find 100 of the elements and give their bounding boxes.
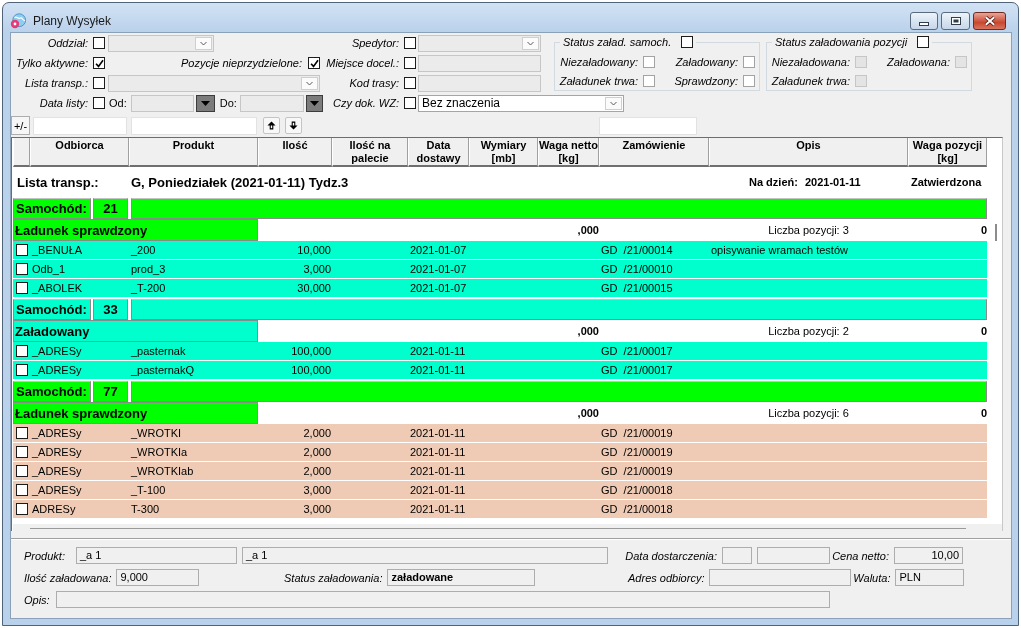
- table-cell: 3,000: [303, 263, 331, 275]
- table-row[interactable]: _ABOLEK _T-200 30,000 2021-01-07 GD /21/00015: [13, 279, 987, 298]
- status-label: Sprawdzony:: [674, 74, 738, 87]
- column-header[interactable]: Wymiary [mb]: [469, 138, 538, 167]
- filter-label: Lista transp.:: [25, 77, 88, 89]
- currency-field[interactable]: PLN: [895, 569, 965, 586]
- weight-total: 0: [980, 224, 987, 236]
- list-name: G, Poniedziałek (2021-01-11) Tydz.3: [131, 174, 349, 190]
- column-header[interactable]: Zamówienie: [599, 138, 709, 167]
- table-cell: 2021-01-11: [410, 446, 466, 458]
- checkbox[interactable]: [404, 57, 416, 69]
- field-label: Waluta:: [853, 571, 891, 584]
- close-button[interactable]: [973, 12, 1006, 30]
- checkbox[interactable]: [681, 36, 694, 48]
- loaded-quantity-field[interactable]: 9,000: [116, 569, 200, 586]
- table-cell: 2021-01-11: [410, 345, 466, 357]
- dropdown-field[interactable]: Bez znaczenia: [418, 94, 624, 112]
- table-cell: 2021-01-07: [410, 244, 467, 256]
- filter-field[interactable]: [131, 117, 257, 135]
- table-cell: _T-200: [131, 282, 166, 294]
- move-up-button[interactable]: [263, 117, 280, 134]
- filter-field[interactable]: [599, 117, 697, 135]
- checkbox[interactable]: [93, 97, 105, 109]
- checkmark-icon: [94, 58, 104, 68]
- product-name-field[interactable]: _a 1: [242, 547, 608, 564]
- table-cell: _BENUŁA: [32, 244, 83, 256]
- status-label: Załadowana:: [887, 55, 950, 68]
- checkbox[interactable]: [16, 465, 28, 477]
- column-header[interactable]: Data dostawy: [408, 138, 469, 167]
- column-header[interactable]: Odbiorca: [30, 138, 129, 167]
- table-cell: GD /21/00019: [601, 446, 673, 458]
- scrollbar-thumb[interactable]: [995, 224, 997, 241]
- table-row[interactable]: _ADRESy _WROTKIab 2,000 2021-01-11 GD /21/00019: [13, 462, 987, 481]
- table-row[interactable]: _ADRESy _pasternak 100,000 2021-01-11 GD /21/00017: [13, 342, 987, 361]
- checkbox[interactable]: [643, 55, 655, 68]
- table-cell: _ADRESy: [32, 345, 82, 357]
- status-label: Niezaładowany:: [560, 55, 638, 68]
- checkbox[interactable]: [93, 37, 105, 49]
- checkbox[interactable]: [743, 74, 755, 87]
- table-row[interactable]: Odb_1 prod_3 3,000 2021-01-07 GD /21/00010: [13, 260, 987, 279]
- product-code-field[interactable]: _a 1: [76, 547, 237, 564]
- column-header[interactable]: [13, 138, 30, 167]
- date-dropdown-button[interactable]: [195, 94, 215, 112]
- table-cell: Odb_1: [32, 263, 66, 275]
- checkbox[interactable]: [643, 74, 655, 87]
- load-status-field[interactable]: załadowane: [387, 569, 536, 586]
- checkbox[interactable]: [16, 263, 28, 275]
- expand-collapse-button[interactable]: +/-: [11, 116, 30, 135]
- column-header[interactable]: Ilość na palecie: [332, 138, 408, 167]
- checkbox[interactable]: [917, 36, 930, 48]
- table-row[interactable]: _ADRESy _WROTKIa 2,000 2021-01-11 GD /21/00019: [13, 443, 987, 462]
- table-cell: GD /21/00014: [601, 244, 673, 256]
- item-count: Liczba pozycji: 2: [768, 325, 849, 337]
- checkbox[interactable]: [16, 503, 28, 515]
- column-header[interactable]: Waga pozycji [kg]: [908, 138, 987, 167]
- recipient-address-field[interactable]: [709, 569, 852, 586]
- checkbox[interactable]: [16, 484, 28, 496]
- checkbox[interactable]: [16, 446, 28, 458]
- column-header[interactable]: Ilość: [258, 138, 332, 167]
- delivery-date-field[interactable]: [722, 547, 752, 564]
- field-label: Ilość załadowana:: [24, 571, 112, 584]
- checkbox[interactable]: [16, 364, 28, 376]
- description-field[interactable]: [56, 591, 830, 608]
- car-label: Samochód:: [13, 381, 91, 402]
- table-cell: _T-100: [131, 484, 166, 496]
- table-row[interactable]: _BENUŁA _200 10,000 2021-01-07 GD /21/00014 opisywanie wramach testów: [13, 241, 987, 260]
- checkbox[interactable]: [16, 244, 28, 256]
- checkbox[interactable]: [404, 37, 416, 49]
- column-header[interactable]: Opis: [709, 138, 908, 167]
- filter-field[interactable]: [33, 117, 127, 135]
- table-cell: _ABOLEK: [32, 282, 83, 294]
- column-header[interactable]: Produkt: [129, 138, 258, 167]
- maximize-button[interactable]: [941, 12, 970, 30]
- table-row[interactable]: _ADRESy _pasternakQ 100,000 2021-01-11 GD /21/00017: [13, 361, 987, 380]
- checkbox[interactable]: [404, 77, 416, 89]
- arrow-up-icon: [267, 121, 276, 130]
- checkbox[interactable]: [16, 282, 28, 294]
- checkbox[interactable]: [404, 97, 416, 109]
- table-row[interactable]: _ADRESy _WROTKI 2,000 2021-01-11 GD /21/00019: [13, 424, 987, 443]
- net-price-field[interactable]: 10,00: [894, 547, 963, 564]
- table-cell: 2021-01-11: [410, 427, 466, 439]
- date-dropdown-button[interactable]: [305, 94, 323, 112]
- checkbox[interactable]: [16, 427, 28, 439]
- triangle-down-icon: [200, 100, 210, 106]
- load-status: Ładunek sprawdzony: [13, 219, 258, 241]
- table-cell: 10,000: [297, 244, 331, 256]
- checkbox[interactable]: [16, 345, 28, 357]
- table-row[interactable]: ADRESy T-300 3,000 2021-01-11 GD /21/00018: [13, 500, 987, 519]
- move-down-button[interactable]: [285, 117, 302, 134]
- delivery-date-field[interactable]: [757, 547, 830, 564]
- minimize-button[interactable]: [910, 12, 938, 30]
- checkbox[interactable]: [743, 55, 755, 68]
- checkbox[interactable]: [308, 57, 320, 69]
- item-count: Liczba pozycji: 6: [768, 407, 849, 419]
- checkbox[interactable]: [93, 57, 105, 69]
- table-row[interactable]: _ADRESy _T-100 3,000 2021-01-11 GD /21/00018: [13, 481, 987, 500]
- checkbox[interactable]: [93, 77, 105, 89]
- globe-icon: [10, 13, 26, 29]
- arrow-down-icon: [289, 121, 298, 130]
- column-header[interactable]: Waga netto [kg]: [538, 138, 599, 167]
